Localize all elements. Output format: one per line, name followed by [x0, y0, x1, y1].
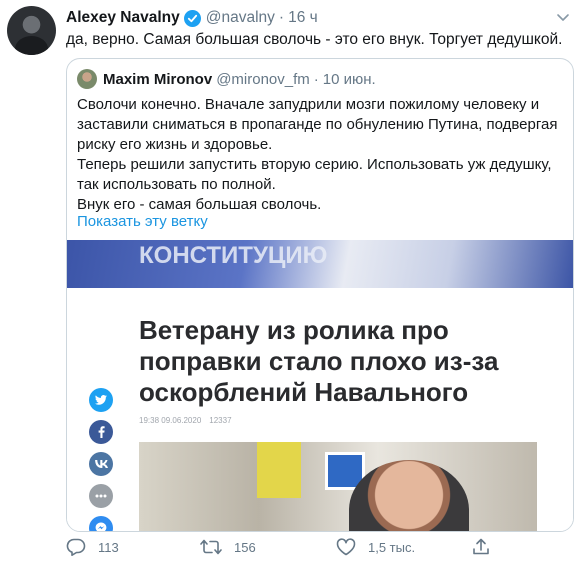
verified-badge-icon — [183, 9, 201, 27]
media-banner: КОНСТИТУЦИЮ — [67, 240, 573, 288]
quote-paragraph: Внук его - самая большая сволочь. — [77, 196, 322, 213]
quote-author-name: Maxim Mironov — [103, 70, 213, 88]
quote-separator: · — [313, 70, 319, 88]
reply-button[interactable]: 113 — [66, 538, 119, 556]
photo-sign-yellow — [257, 442, 301, 498]
quote-avatar — [77, 69, 97, 89]
more-share-icon — [89, 484, 113, 508]
article-photo — [139, 442, 537, 531]
avatar[interactable] — [7, 6, 56, 55]
messenger-share-icon — [89, 516, 113, 531]
tweet-time[interactable]: 16 ч — [288, 9, 318, 27]
quote-body: Сволочи конечно. Вначале запудрили мозги… — [77, 95, 567, 215]
tweet-header: Alexey Navalny @navalny · 16 ч — [66, 7, 318, 29]
quote-author-handle: @mironov_fm — [216, 70, 310, 88]
facebook-share-icon — [89, 420, 113, 444]
quote-time: 10 июн. — [322, 70, 376, 88]
retweet-count: 156 — [234, 539, 256, 555]
like-count: 1,5 тыс. — [368, 539, 416, 555]
retweet-icon — [200, 539, 222, 555]
article-headline: Ветерану из ролика про поправки стало пл… — [139, 315, 499, 407]
article-meta: 19:38 09.06.2020 12337 — [139, 416, 232, 425]
quote-paragraph: Теперь решили запустить вторую серию. Ис… — [77, 156, 552, 193]
tweet-text: да, верно. Самая большая сволочь - это е… — [66, 31, 563, 48]
quoted-tweet[interactable]: Maxim Mironov @mironov_fm · 10 июн. Свол… — [66, 58, 574, 532]
vk-share-icon — [89, 452, 113, 476]
media-banner-text: КОНСТИТУЦИЮ — [139, 242, 328, 269]
share-button[interactable] — [472, 538, 502, 556]
quote-media[interactable]: КОНСТИТУЦИЮ Ветерану из ролика про попра… — [67, 240, 573, 531]
author-handle[interactable]: @navalny — [206, 9, 275, 27]
quote-header: Maxim Mironov @mironov_fm · 10 июн. — [77, 69, 376, 89]
show-thread-link[interactable]: Показать эту ветку — [77, 213, 208, 230]
quote-paragraph: Сволочи конечно. Вначале запудрили мозги… — [77, 96, 558, 153]
separator: · — [278, 9, 285, 26]
author-name[interactable]: Alexey Navalny — [66, 9, 180, 27]
share-icon — [473, 538, 489, 555]
reply-count: 113 — [98, 539, 119, 555]
reply-icon — [66, 538, 86, 556]
retweet-button[interactable]: 156 — [200, 538, 256, 556]
like-icon — [336, 538, 356, 556]
like-button[interactable]: 1,5 тыс. — [336, 538, 415, 556]
article-time: 19:38 09.06.2020 — [139, 416, 202, 425]
action-bar: 113 156 1,5 тыс. — [66, 538, 536, 564]
twitter-share-icon — [89, 388, 113, 412]
caret-down-icon[interactable] — [555, 9, 571, 25]
photo-person — [349, 460, 469, 531]
article-preview: Ветерану из ролика про поправки стало пл… — [67, 288, 573, 531]
article-views: 12337 — [209, 416, 232, 425]
